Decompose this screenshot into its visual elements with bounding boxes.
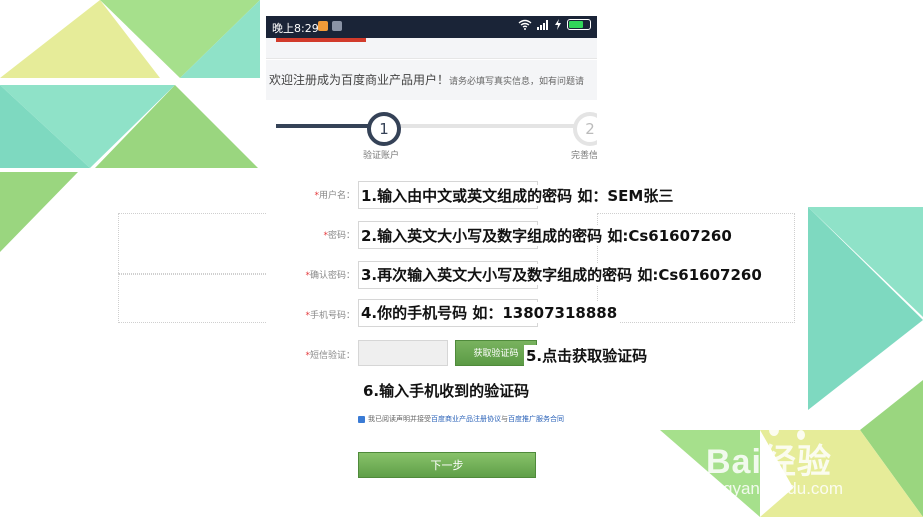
step-2-label: 完善信 [571, 151, 597, 161]
agreement-row: 我已阅读声明并接受百度商业产品注册协议与百度推广服务合同 [358, 414, 564, 424]
annotation-step-2: 2.输入英文大小写及数字组成的密码 如:Cs61607260 [359, 225, 734, 246]
welcome-note: 请务必填写真实信息，如有问题请 [449, 77, 585, 87]
status-bar: 晚上8:29 [266, 16, 597, 38]
annotation-step-3: 3.再次输入英文大小写及数字组成的密码 如:Cs61607260 [359, 264, 764, 285]
welcome-text: 欢迎注册成为百度商业产品用户！ [269, 73, 450, 87]
progress-done [276, 124, 376, 128]
step-2-circle: 2 [573, 112, 597, 146]
watermark-url: jingyan.baidu.com [706, 479, 844, 498]
annotation-step-4: 4.你的手机号码 如：13807318888 [359, 302, 620, 323]
step-1-circle: 1 [367, 112, 401, 146]
password-label: *密码： [323, 231, 355, 241]
progress-pending [392, 124, 582, 128]
signal-icon [537, 19, 548, 30]
background-dotted-box [118, 213, 272, 275]
status-time: 晚上8:29 [272, 22, 319, 35]
annotation-step-6: 6.输入手机收到的验证码 [361, 380, 532, 401]
agree-prefix: 我已阅读声明并接受 [368, 415, 431, 423]
username-label: *用户名： [314, 191, 355, 201]
home-icon [332, 21, 342, 31]
phone-label: *手机号码： [305, 311, 355, 321]
agree-mid: 与 [501, 415, 508, 423]
annotation-step-1: 1.输入由中文或英文组成的密码 如：SEM张三 [359, 185, 676, 206]
agreement-link-2[interactable]: 百度推广服务合同 [508, 415, 564, 423]
background-dotted-box [118, 273, 272, 323]
page-header [266, 38, 597, 59]
baidu-jingyan-watermark: Bai经验 jingyan.baidu.com [706, 416, 844, 499]
agree-checkbox[interactable] [358, 415, 365, 423]
wifi-icon [518, 19, 532, 30]
agreement-link-1[interactable]: 百度商业产品注册协议 [431, 415, 501, 423]
welcome-banner: 欢迎注册成为百度商业产品用户！请务必填写真实信息，如有问题请 [266, 60, 597, 100]
sms-code-input[interactable] [358, 340, 448, 366]
logo [276, 38, 366, 42]
watermark-main: Bai经验 [706, 443, 832, 481]
next-button[interactable]: 下一步 [358, 452, 536, 478]
confirm-password-label: *确认密码： [305, 271, 355, 281]
app-notification-icon [318, 21, 328, 31]
sms-label: *短信验证： [305, 351, 355, 361]
battery-icon [567, 19, 591, 30]
annotation-step-5: 5.点击获取验证码 [524, 345, 650, 366]
step-1-label: 验证账户 [363, 151, 400, 161]
charging-icon [555, 19, 561, 30]
